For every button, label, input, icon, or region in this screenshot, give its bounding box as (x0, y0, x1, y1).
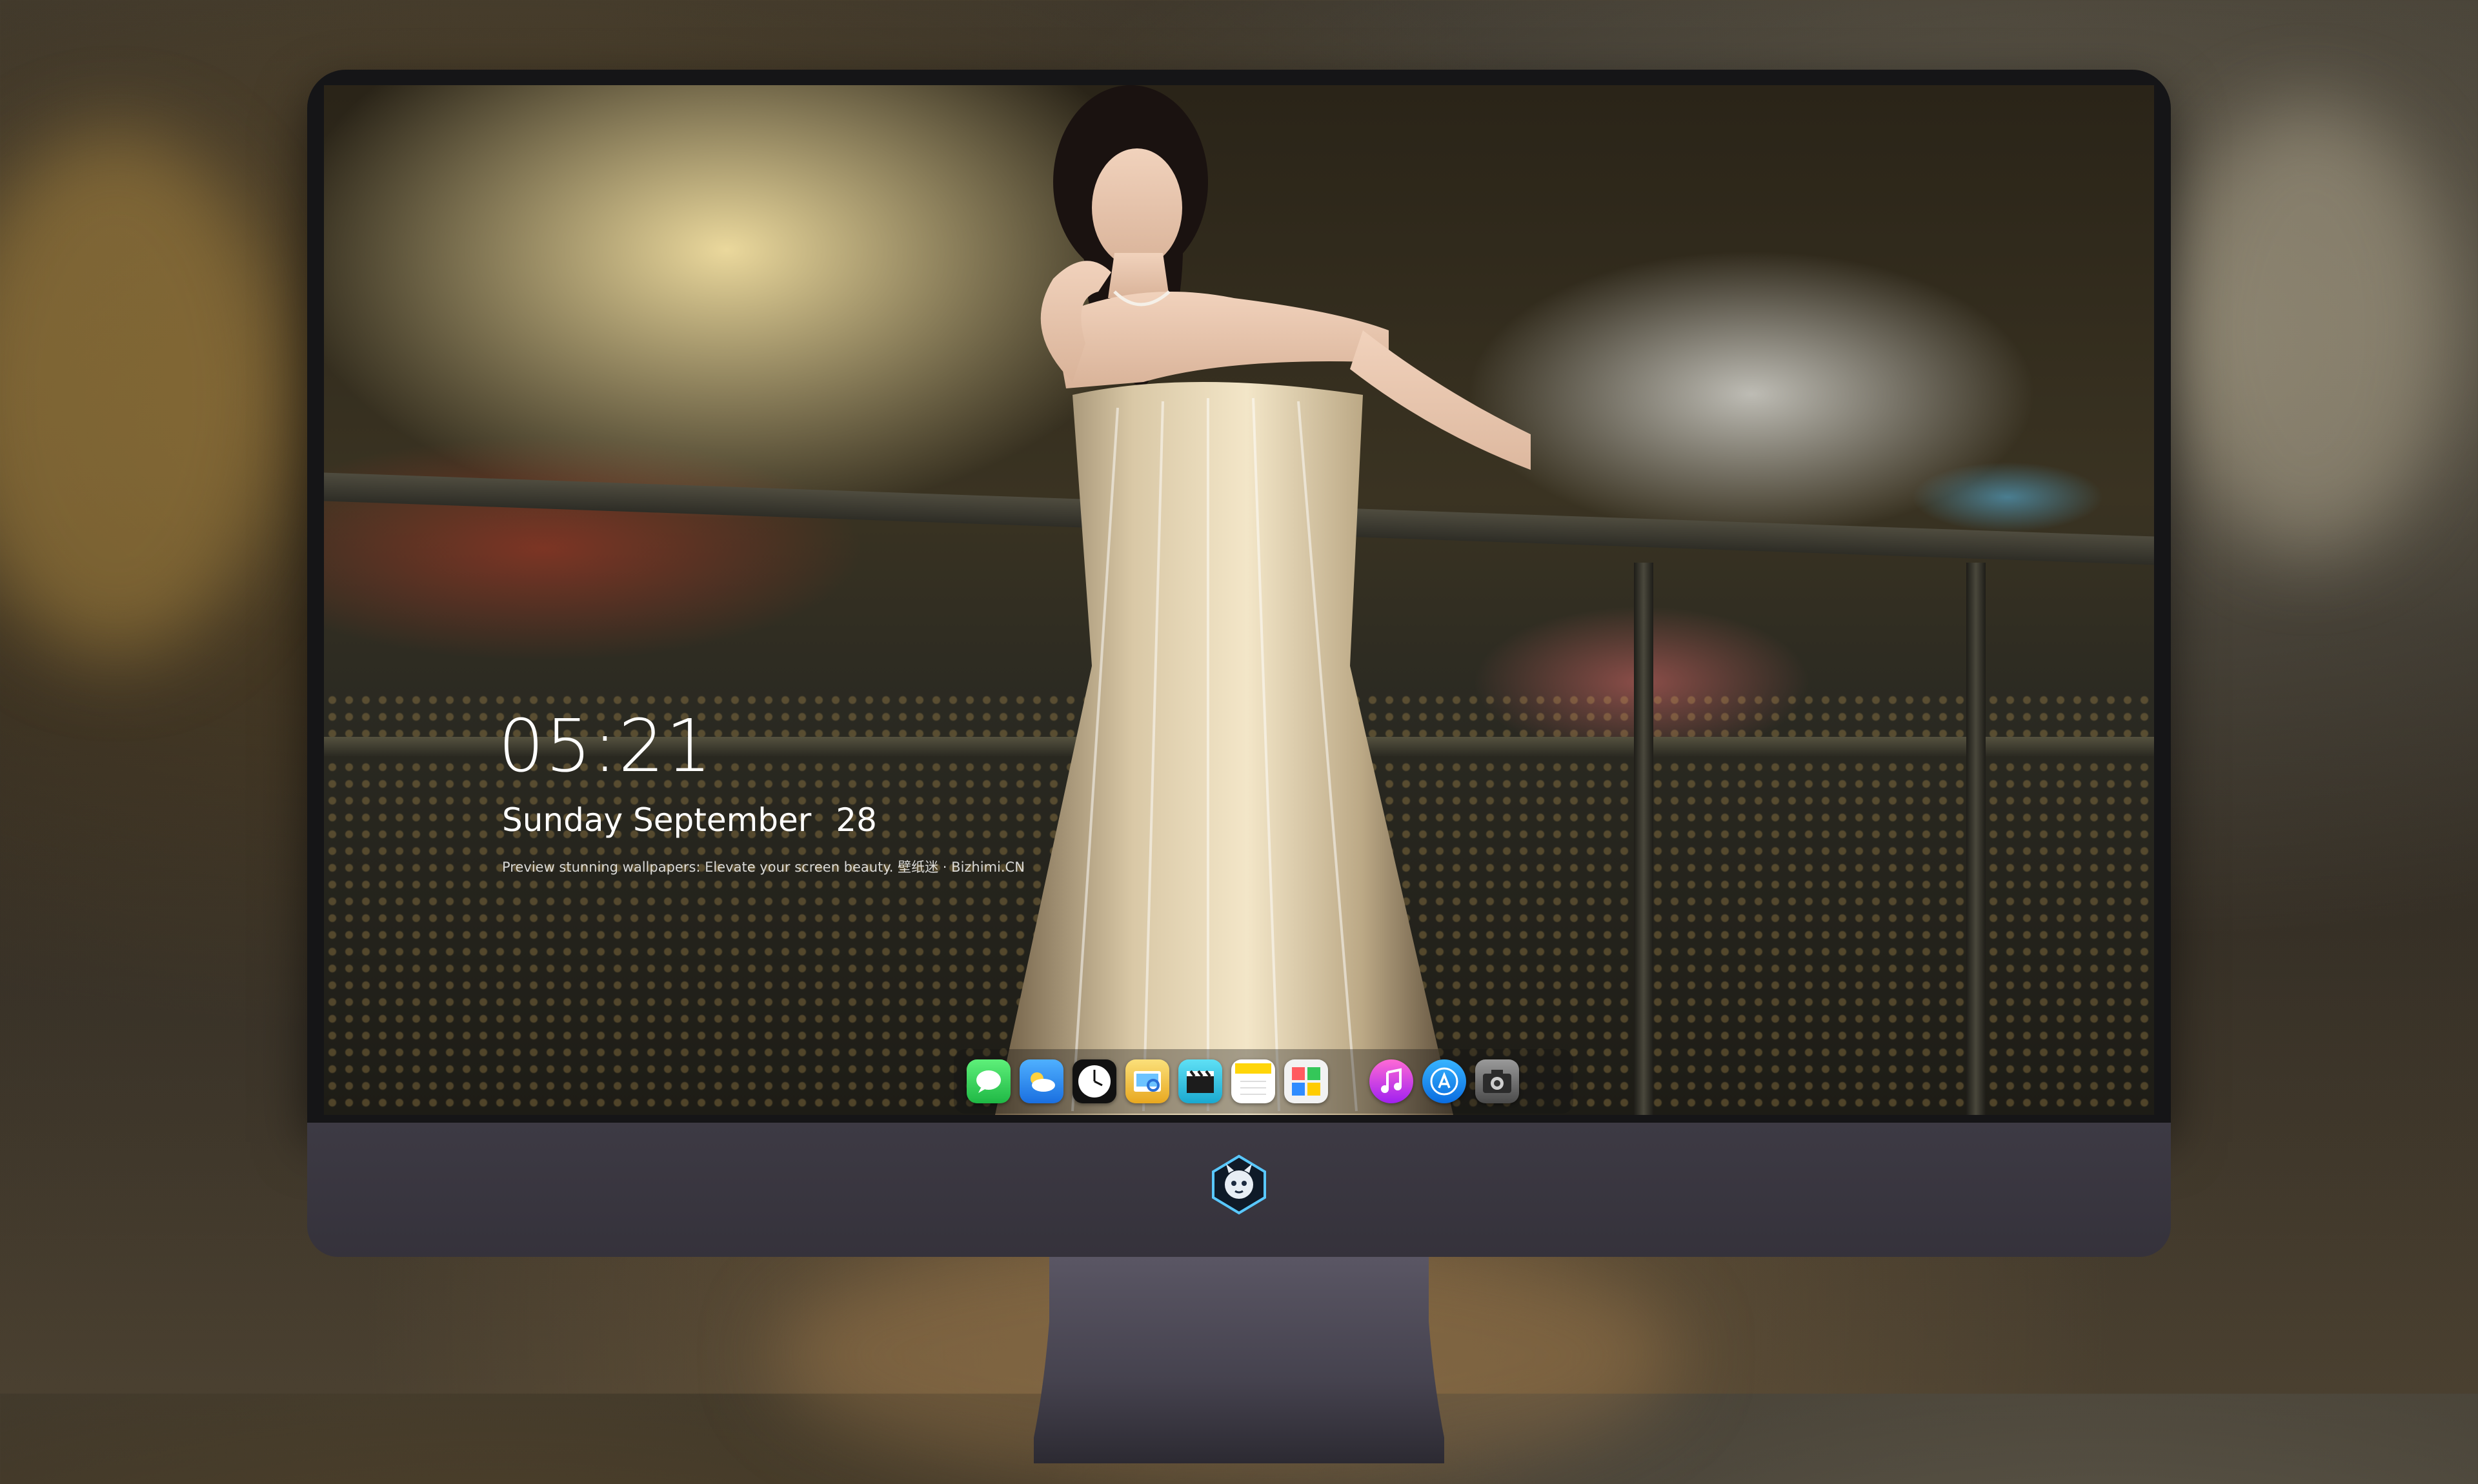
date-day: 28 (836, 801, 877, 839)
app-store-icon[interactable] (1422, 1059, 1466, 1103)
dock (954, 1049, 1573, 1114)
wallpaper-figure (995, 85, 1531, 1115)
camera-icon[interactable] (1475, 1059, 1519, 1103)
clips-icon[interactable] (1178, 1059, 1222, 1103)
lock-screen-date: Sunday September 28 (502, 801, 877, 839)
weather-icon[interactable] (1020, 1059, 1063, 1103)
monitor: 05:21 Sunday September 28 Preview stunni… (307, 70, 2171, 1463)
lock-screen-tagline: Preview stunning wallpapers: Elevate you… (502, 859, 1025, 875)
messages-icon[interactable] (967, 1059, 1011, 1103)
date-month: September (633, 801, 812, 839)
music-icon[interactable] (1369, 1059, 1413, 1103)
clock-icon[interactable] (1073, 1059, 1116, 1103)
preview-icon[interactable] (1125, 1059, 1169, 1103)
railing-post (1966, 563, 1986, 1115)
railing-post (1634, 563, 1653, 1115)
lock-screen-clock: 05:21 (498, 705, 713, 788)
screen-wallpaper: 05:21 Sunday September 28 Preview stunni… (324, 85, 2154, 1115)
background-glow-right (2168, 103, 2452, 555)
notes-icon[interactable] (1231, 1059, 1275, 1103)
photo-booth-icon[interactable] (1284, 1059, 1328, 1103)
monitor-stand (1034, 1257, 1444, 1463)
background-glow-left (0, 129, 284, 658)
mascot-logo-icon (1212, 1154, 1266, 1215)
date-weekday: Sunday (502, 801, 623, 839)
